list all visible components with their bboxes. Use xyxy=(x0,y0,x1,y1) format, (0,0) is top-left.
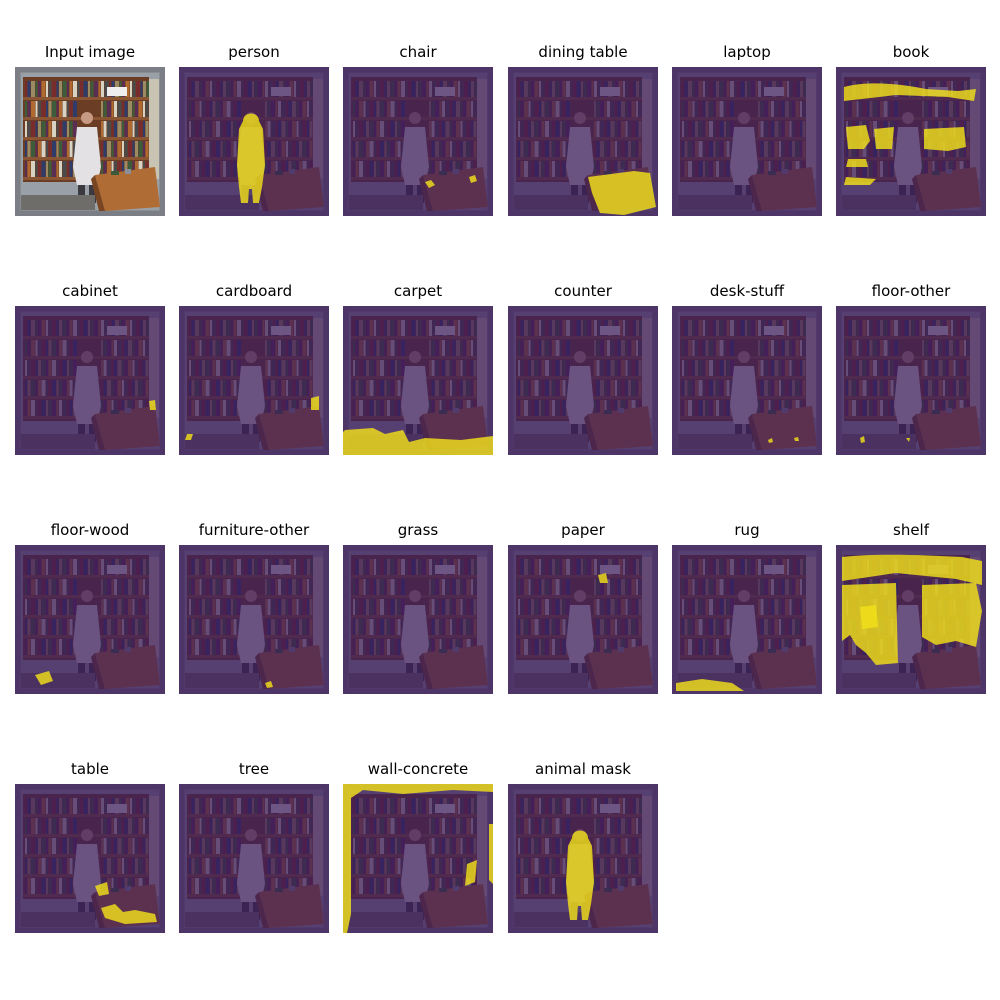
panel-title: tree xyxy=(238,760,270,778)
masked-scene-image xyxy=(836,545,986,694)
mask-region xyxy=(874,127,894,149)
mask-overlay-image xyxy=(508,784,658,933)
masked-scene-image xyxy=(343,306,493,455)
mask-overlay-image xyxy=(343,306,493,455)
panel-title: Input image xyxy=(44,43,136,61)
panel-book: book xyxy=(836,41,986,216)
panel-counter: counter xyxy=(508,280,658,455)
mask-overlay-image xyxy=(15,545,165,694)
mask-overlay-image xyxy=(179,67,329,216)
mask-overlay-image xyxy=(836,67,986,216)
mask-overlay-image xyxy=(672,545,822,694)
panel-title: cabinet xyxy=(62,282,118,300)
masked-scene-image xyxy=(179,306,329,455)
mask-overlay-image xyxy=(343,67,493,216)
panel-input-image: Input image xyxy=(15,41,165,216)
panel-title: furniture-other xyxy=(198,521,310,539)
mask-overlay-image xyxy=(672,306,822,455)
masked-scene-image xyxy=(343,545,493,694)
masked-scene-image xyxy=(15,545,165,694)
panel-cardboard: cardboard xyxy=(179,280,329,455)
masked-scene-image xyxy=(15,306,165,455)
mask-overlay-image xyxy=(343,545,493,694)
panel-paper: paper xyxy=(508,519,658,694)
input-image xyxy=(15,67,165,216)
mask-overlay-image xyxy=(672,67,822,216)
mask-region xyxy=(846,159,868,167)
panel-title: floor-wood xyxy=(50,521,130,539)
panel-cabinet: cabinet xyxy=(15,280,165,455)
mask-region xyxy=(149,400,156,410)
panel-laptop: laptop xyxy=(672,41,822,216)
masked-scene-image xyxy=(343,784,493,933)
panel-title: carpet xyxy=(393,282,443,300)
panel-tree: tree xyxy=(179,758,329,933)
panel-title: paper xyxy=(561,521,605,539)
panel-chair: chair xyxy=(343,41,493,216)
panel-title: wall-concrete xyxy=(367,760,469,778)
panel-wall-concrete: wall-concrete xyxy=(343,758,493,933)
panel-title: floor-other xyxy=(871,282,951,300)
masked-scene-image xyxy=(508,306,658,455)
masked-scene-image xyxy=(179,545,329,694)
mask-overlay-image xyxy=(508,67,658,216)
masked-scene-image xyxy=(508,67,658,216)
masked-scene-image xyxy=(836,67,986,216)
mask-overlay-image xyxy=(179,784,329,933)
panel-title: grass xyxy=(397,521,439,539)
panel-title: dining table xyxy=(538,43,628,61)
panel-carpet: carpet xyxy=(343,280,493,455)
mask-overlay-image xyxy=(179,306,329,455)
masked-scene-image xyxy=(179,784,329,933)
mask-overlay-image xyxy=(836,545,986,694)
masked-scene-image xyxy=(508,784,658,933)
mask-overlay-image xyxy=(508,306,658,455)
panel-grass: grass xyxy=(343,519,493,694)
mask-overlay-image xyxy=(15,784,165,933)
figure-page: { "panels": [ {"title": "Input image", "… xyxy=(0,0,1000,1000)
panel-table: table xyxy=(15,758,165,933)
panel-title: cardboard xyxy=(215,282,293,300)
panel-desk-stuff: desk-stuff xyxy=(672,280,822,455)
masked-scene-image xyxy=(15,784,165,933)
masked-scene-image xyxy=(672,67,822,216)
mask-region xyxy=(489,824,493,884)
mask-region xyxy=(924,127,966,151)
mask-region xyxy=(311,396,319,410)
panel-dining-table: dining table xyxy=(508,41,658,216)
masked-scene-image xyxy=(672,306,822,455)
panel-title: table xyxy=(71,760,109,778)
mask-overlay-image xyxy=(508,545,658,694)
panel-title: counter xyxy=(554,282,612,300)
mask-overlay-image xyxy=(179,545,329,694)
mask-region xyxy=(588,171,656,215)
panel-shelf: shelf xyxy=(836,519,986,694)
masked-scene-image xyxy=(836,306,986,455)
mask-overlay-image xyxy=(15,306,165,455)
panel-title: desk-stuff xyxy=(709,282,785,300)
masked-scene-image xyxy=(179,67,329,216)
panel-animal-mask: animal mask xyxy=(508,758,658,933)
mask-region xyxy=(922,583,982,647)
panel-title: animal mask xyxy=(535,760,631,778)
panel-title: shelf xyxy=(893,521,929,539)
panel-rug: rug xyxy=(672,519,822,694)
mask-overlay-image xyxy=(343,784,493,933)
panel-floor-other: floor-other xyxy=(836,280,986,455)
panel-title: laptop xyxy=(723,43,771,61)
masked-scene-image xyxy=(343,67,493,216)
panel-title: chair xyxy=(399,43,437,61)
mask-region xyxy=(860,605,878,629)
panel-person: person xyxy=(179,41,329,216)
scene-image xyxy=(15,67,165,216)
panel-title: book xyxy=(892,43,930,61)
panel-title: rug xyxy=(734,521,760,539)
masked-scene-image xyxy=(672,545,822,694)
panel-title: person xyxy=(228,43,280,61)
masked-scene-image xyxy=(508,545,658,694)
mask-overlay-image xyxy=(836,306,986,455)
panel-floor-wood: floor-wood xyxy=(15,519,165,694)
panel-furniture-other: furniture-other xyxy=(179,519,329,694)
mask-region xyxy=(846,125,870,149)
